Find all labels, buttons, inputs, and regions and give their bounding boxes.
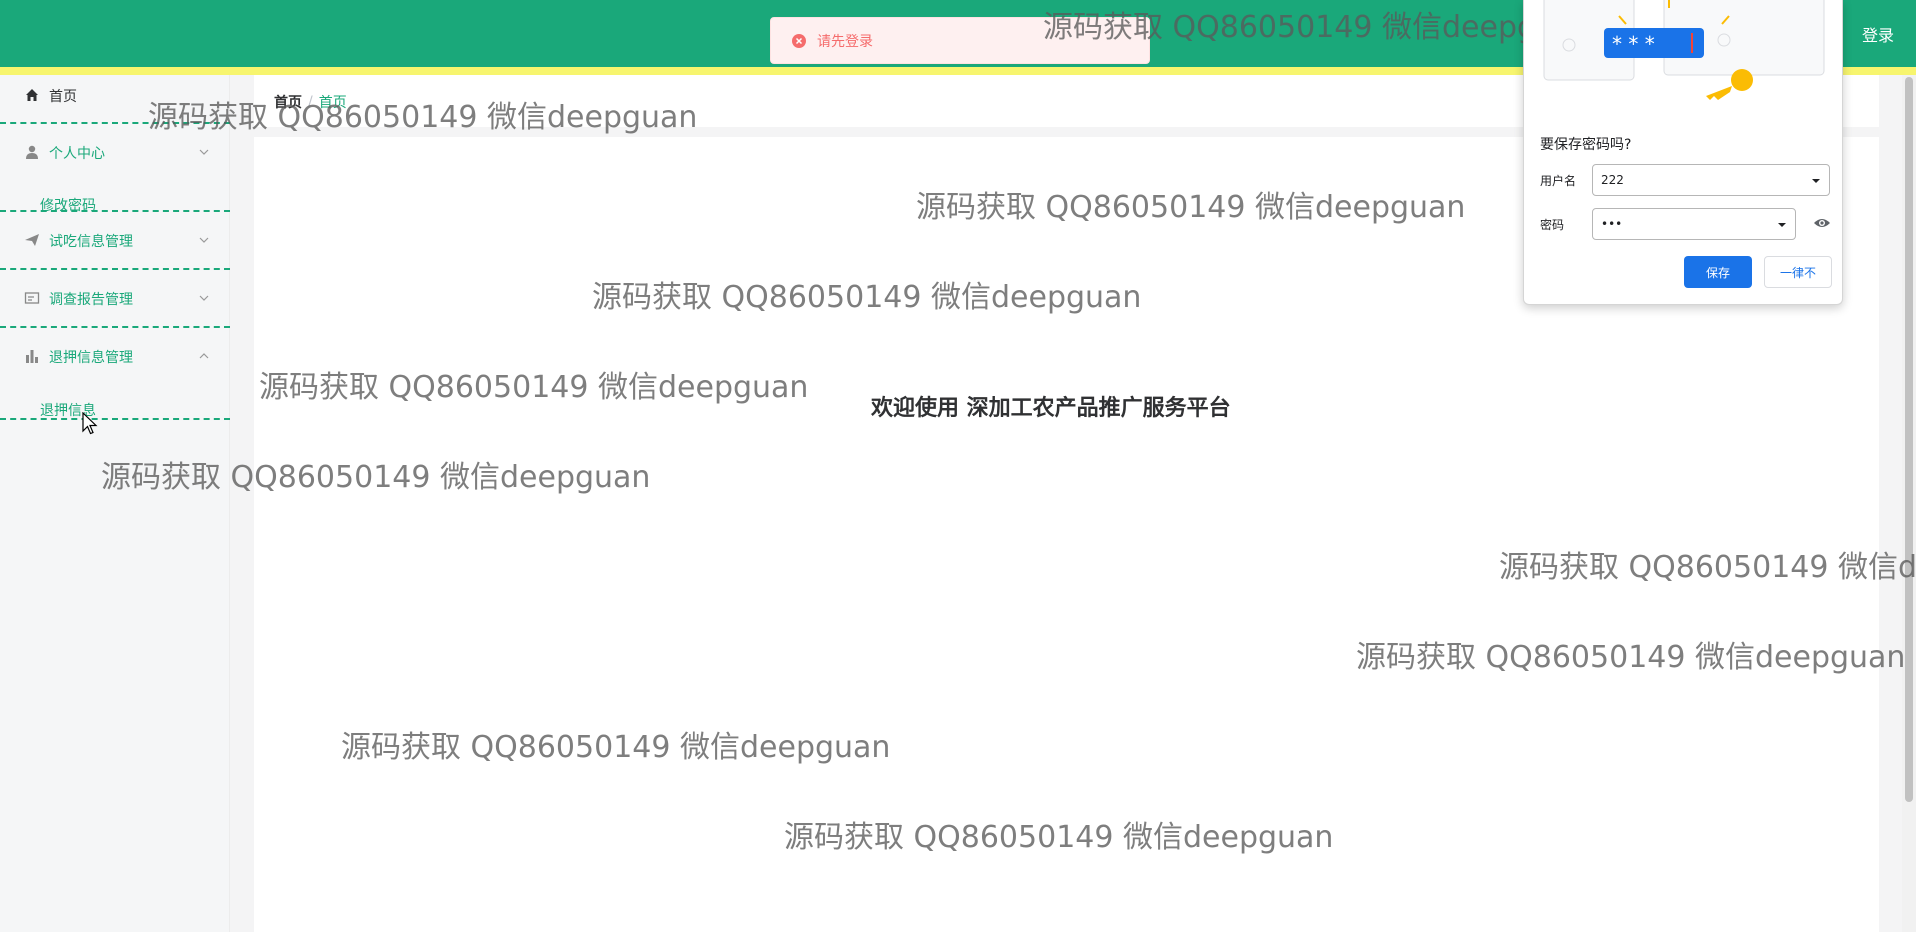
home-icon — [26, 89, 38, 101]
sidebar-item-trial-info[interactable]: 试吃信息管理 — [0, 230, 230, 250]
user-icon — [26, 145, 38, 159]
sidebar-subitem-label: 修改密码 — [40, 198, 96, 214]
password-value: ••• — [1601, 217, 1623, 231]
sidebar-item-label: 个人中心 — [49, 146, 105, 162]
menu-divider — [0, 268, 230, 270]
dropdown-arrow-icon — [1778, 223, 1786, 227]
sidebar-item-label: 退押信息管理 — [49, 350, 133, 366]
error-circle-icon — [792, 33, 806, 48]
menu-divider — [0, 326, 230, 328]
scrollbar-thumb[interactable] — [1905, 77, 1913, 802]
eye-icon[interactable] — [1813, 216, 1831, 230]
dropdown-arrow-icon — [1812, 179, 1820, 183]
menu-divider — [0, 122, 230, 124]
username-value: 222 — [1601, 173, 1624, 187]
breadcrumb-separator: / — [308, 94, 313, 110]
sidebar-item-personal-center[interactable]: 个人中心 — [0, 142, 230, 162]
paper-plane-icon — [25, 234, 39, 246]
save-button[interactable]: 保存 — [1684, 256, 1752, 288]
breadcrumb-current: 首页 — [318, 95, 347, 111]
menu-divider — [0, 210, 230, 212]
username-label: 用户名 — [1540, 174, 1577, 188]
sidebar-subitem-change-password[interactable]: 修改密码 — [0, 195, 230, 215]
mouse-cursor-icon — [82, 412, 98, 435]
breadcrumb: 首页 / 首页 — [274, 92, 347, 112]
scrollbar[interactable] — [1902, 75, 1916, 932]
sidebar-item-label: 试吃信息管理 — [49, 234, 133, 250]
password-select[interactable]: ••• — [1592, 208, 1796, 240]
sidebar-item-refund-info[interactable]: 退押信息管理 — [0, 346, 230, 366]
save-password-dialog: * * * 要保存密码吗? 用户名 222 密码 ••• 保存 一律不 — [1523, 0, 1843, 305]
id-card-icon — [24, 292, 40, 304]
menu-divider — [0, 418, 230, 420]
toast-message: 请先登录 — [817, 33, 873, 50]
sidebar-subitem-refund[interactable]: 退押信息 — [0, 400, 230, 420]
sidebar-item-label: 首页 — [49, 89, 77, 105]
sidebar-item-survey-report[interactable]: 调查报告管理 — [0, 288, 230, 308]
chevron-down-icon — [199, 237, 209, 243]
login-link[interactable]: 登录 — [1862, 22, 1894, 46]
chevron-down-icon — [199, 295, 209, 301]
password-illustration: * * * — [1543, 0, 1825, 100]
error-toast: 请先登录 — [770, 17, 1150, 64]
username-select[interactable]: 222 — [1592, 164, 1830, 196]
sidebar-item-label: 调查报告管理 — [49, 292, 133, 308]
bar-chart-icon — [26, 350, 38, 363]
breadcrumb-root[interactable]: 首页 — [274, 92, 302, 112]
chevron-up-icon — [199, 353, 209, 359]
chevron-down-icon — [199, 149, 209, 155]
sidebar-item-home[interactable]: 首页 — [0, 85, 230, 105]
never-button[interactable]: 一律不 — [1764, 256, 1832, 288]
password-label: 密码 — [1540, 218, 1565, 232]
dialog-title: 要保存密码吗? — [1540, 137, 1632, 153]
welcome-title: 欢迎使用 深加工农产品推广服务平台 — [871, 396, 1231, 421]
mask-text: * * * — [1612, 32, 1655, 56]
